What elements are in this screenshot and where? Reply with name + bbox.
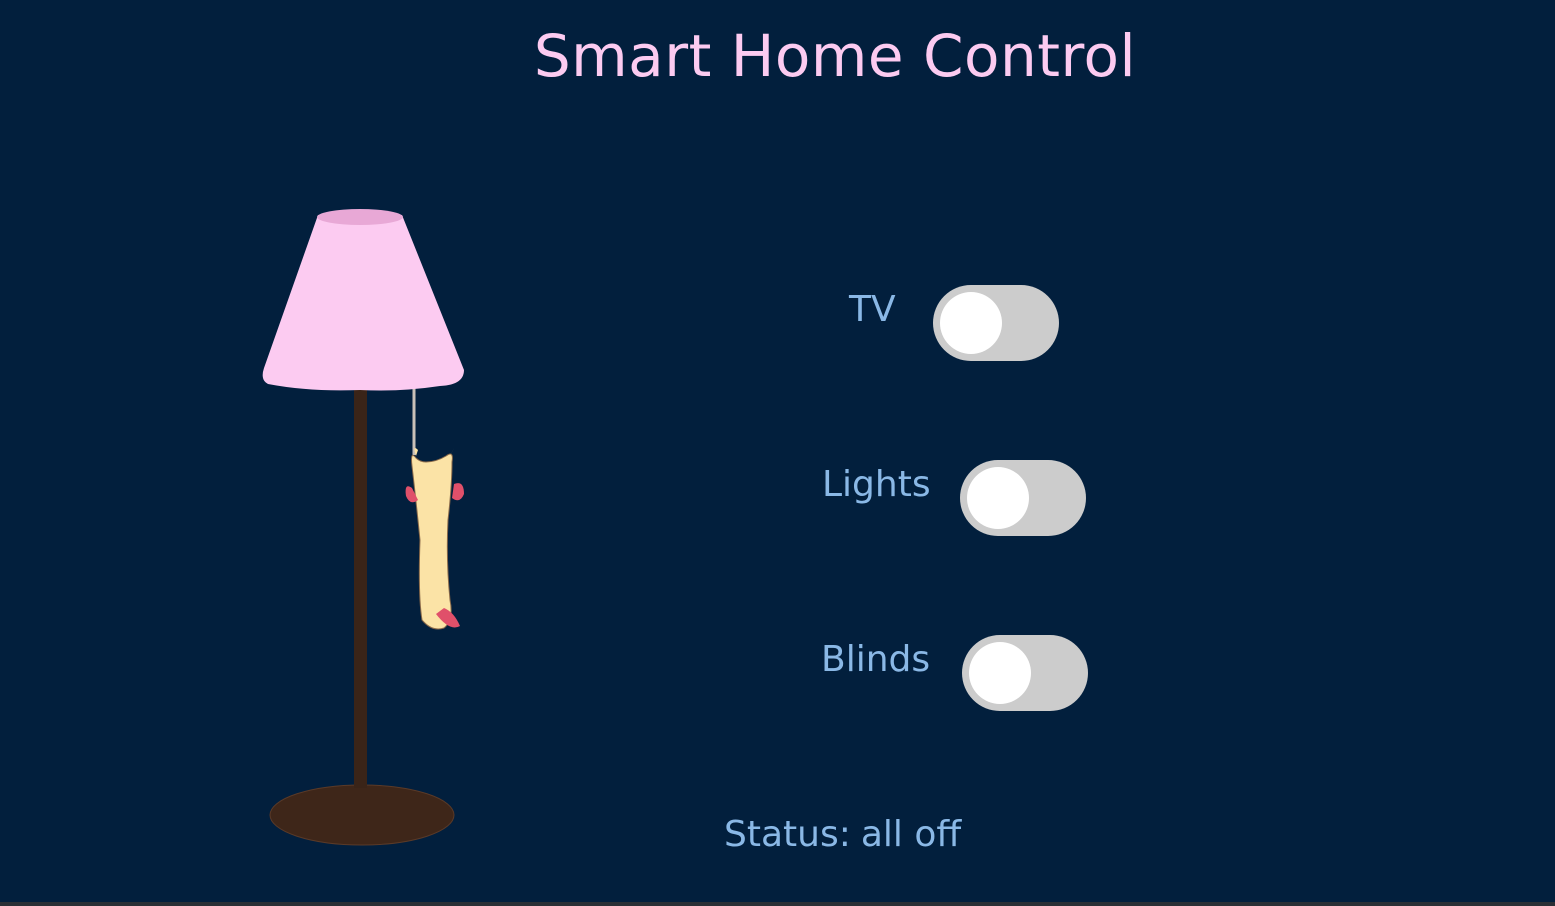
tv-toggle[interactable] <box>933 285 1059 361</box>
blinds-toggle-knob <box>969 642 1031 704</box>
lamp-shade-top <box>317 209 403 225</box>
lamp-shade <box>262 215 464 391</box>
page-title: Smart Home Control <box>533 22 1137 90</box>
lights-toggle[interactable] <box>960 460 1086 536</box>
smart-home-page: Smart Home Control TV Lights Blinds Stat… <box>0 0 1555 902</box>
tv-toggle-knob <box>940 292 1002 354</box>
lamp-pole <box>354 390 367 788</box>
window-bottom-edge <box>0 902 1555 906</box>
status-label: Status: <box>724 814 851 855</box>
lights-label: Lights <box>822 464 931 505</box>
blinds-label: Blinds <box>821 639 931 680</box>
lights-toggle-knob <box>967 467 1029 529</box>
tv-label: TV <box>849 289 896 330</box>
floor-lamp-illustration <box>262 209 464 846</box>
blinds-toggle[interactable] <box>962 635 1088 711</box>
hanging-cat-icon <box>405 448 464 630</box>
lamp-base <box>269 784 455 846</box>
status-text: Status: all off <box>724 812 961 858</box>
status-value: all off <box>860 814 962 855</box>
